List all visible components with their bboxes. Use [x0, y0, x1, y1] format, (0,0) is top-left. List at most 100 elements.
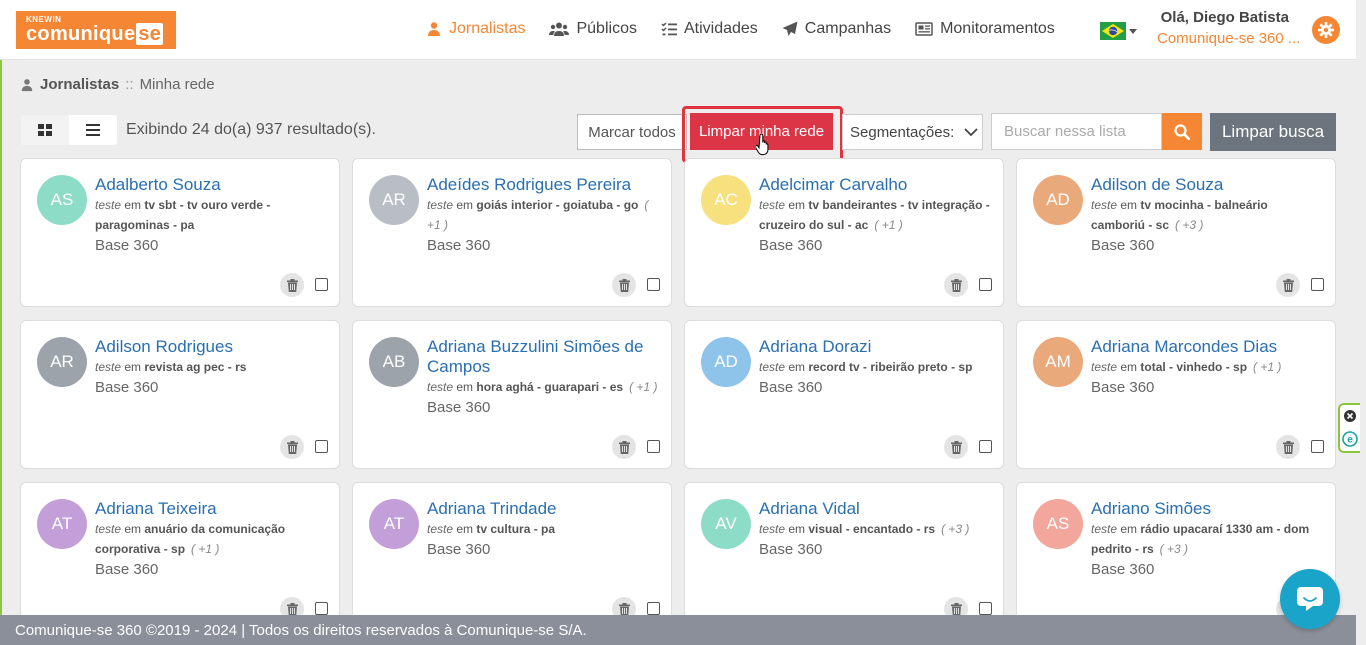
settings-button[interactable] [1312, 16, 1340, 44]
avatar: AB [369, 337, 419, 387]
journalist-outlet: teste em tv bandeirantes - tv integração… [759, 195, 991, 235]
journalist-card[interactable]: AD Adilson de Souza teste em tv mocinha … [1016, 158, 1336, 307]
card-info: Adriana Vidal teste em visual - encantad… [759, 499, 991, 561]
card-info: Adriano Simões teste em rádio upacaraí 1… [1091, 499, 1323, 581]
user-organization[interactable]: Comunique-se 360 ... [1157, 30, 1300, 47]
chevron-down-icon [964, 127, 978, 136]
journalist-card[interactable]: AC Adelcimar Carvalho teste em tv bandei… [684, 158, 1004, 307]
delete-button[interactable] [280, 273, 304, 297]
journalist-card[interactable]: AT Adriana Teixeira teste em anuário da … [20, 482, 340, 615]
breadcrumb-page: Minha rede [139, 76, 215, 93]
journalist-card[interactable]: AR Adeídes Rodrigues Pereira teste em go… [352, 158, 672, 307]
journalist-card[interactable]: AT Adriana Trindade teste em tv cultura … [352, 482, 672, 615]
chat-button[interactable] [1280, 569, 1340, 629]
journalist-name[interactable]: Adalberto Souza [95, 175, 327, 195]
close-icon[interactable] [1343, 409, 1357, 423]
search-input[interactable]: Buscar nessa lista [991, 113, 1162, 150]
card-info: Adilson de Souza teste em tv mocinha - b… [1091, 175, 1323, 257]
outlet-connector: em [456, 522, 474, 536]
journalist-card[interactable]: AM Adriana Marcondes Dias teste em total… [1016, 320, 1336, 469]
journalist-name[interactable]: Adriana Buzzulini Simões de Campos [427, 337, 659, 377]
journalist-card[interactable]: AS Adalberto Souza teste em tv sbt - tv … [20, 158, 340, 307]
journalist-grid: AS Adalberto Souza teste em tv sbt - tv … [20, 158, 1336, 615]
select-checkbox[interactable] [1311, 440, 1324, 453]
journalist-outlet: teste em anuário da comunicação corporat… [95, 519, 327, 559]
outlet-connector: em [1120, 522, 1138, 536]
segmentations-dropdown[interactable]: Segmentações: [842, 114, 983, 150]
trash-icon [618, 440, 630, 454]
select-checkbox[interactable] [647, 602, 660, 615]
breadcrumb-section[interactable]: Jornalistas [40, 76, 119, 93]
outlet-connector: em [456, 380, 474, 394]
logo[interactable]: KNEWIN comunique se [16, 11, 176, 49]
delete-button[interactable] [280, 435, 304, 459]
journalist-name[interactable]: Adelcimar Carvalho [759, 175, 991, 195]
outlet-prefix: teste [759, 522, 786, 536]
journalist-card[interactable]: AD Adriana Dorazi teste em record tv - r… [684, 320, 1004, 469]
delete-button[interactable] [1276, 435, 1300, 459]
card-info: Adeídes Rodrigues Pereira teste em goiás… [427, 175, 659, 257]
journalist-name[interactable]: Adriana Vidal [759, 499, 991, 519]
avatar: AS [1033, 499, 1083, 549]
journalist-name[interactable]: Adeídes Rodrigues Pereira [427, 175, 659, 195]
journalist-card[interactable]: AB Adriana Buzzulini Simões de Campos te… [352, 320, 672, 469]
journalist-outlet: teste em revista ag pec - rs [95, 357, 327, 377]
journalist-name[interactable]: Adriana Marcondes Dias [1091, 337, 1323, 357]
base-label: Base 360 [95, 379, 159, 396]
delete-button[interactable] [612, 273, 636, 297]
grid-view-button[interactable] [21, 115, 69, 145]
nav-publicos[interactable]: Públicos [549, 20, 637, 38]
delete-button[interactable] [944, 435, 968, 459]
journalist-outlet: teste em tv cultura - pa [427, 519, 659, 539]
clear-search-button[interactable]: Limpar busca [1210, 113, 1336, 151]
select-checkbox[interactable] [979, 440, 992, 453]
e-logo-icon[interactable]: e [1342, 431, 1358, 447]
select-checkbox[interactable] [647, 440, 660, 453]
delete-button[interactable] [944, 273, 968, 297]
side-widget[interactable]: e [1338, 403, 1360, 453]
hand-cursor-icon [756, 134, 769, 156]
nav-atividades[interactable]: Atividades [661, 20, 758, 38]
brazil-flag-icon[interactable] [1100, 22, 1126, 40]
journalist-card[interactable]: AV Adriana Vidal teste em visual - encan… [684, 482, 1004, 615]
select-checkbox[interactable] [979, 278, 992, 291]
delete-button[interactable] [280, 597, 304, 615]
journalist-name[interactable]: Adriana Trindade [427, 499, 659, 519]
nav-label: Públicos [576, 20, 637, 37]
nav-campanhas[interactable]: Campanhas [782, 20, 891, 38]
nav-jornalistas[interactable]: Jornalistas [426, 20, 525, 38]
journalist-name[interactable]: Adilson Rodrigues [95, 337, 327, 357]
select-checkbox[interactable] [315, 440, 328, 453]
more-outlets-count: ( +3 ) [1175, 218, 1204, 232]
select-checkbox[interactable] [1311, 278, 1324, 291]
user-greeting[interactable]: Olá, Diego Batista [1161, 9, 1289, 26]
outlet-prefix: teste [95, 198, 122, 212]
footer: Comunique-se 360 ©2019 - 2024 | Todos os… [0, 615, 1356, 645]
language-caret-icon[interactable] [1129, 29, 1137, 34]
journalist-name[interactable]: Adriano Simões [1091, 499, 1323, 519]
user-icon [428, 22, 440, 36]
outlet-connector: em [788, 360, 806, 374]
select-checkbox[interactable] [315, 278, 328, 291]
card-info: Adriana Marcondes Dias teste em total - … [1091, 337, 1323, 399]
search-button[interactable] [1162, 113, 1202, 150]
select-checkbox[interactable] [647, 278, 660, 291]
journalist-outlet: teste em visual - encantado - rs ( +3 ) [759, 519, 991, 539]
delete-button[interactable] [612, 597, 636, 615]
journalist-name[interactable]: Adilson de Souza [1091, 175, 1323, 195]
select-checkbox[interactable] [979, 602, 992, 615]
select-checkbox[interactable] [315, 602, 328, 615]
delete-button[interactable] [944, 597, 968, 615]
delete-button[interactable] [612, 435, 636, 459]
nav-monitoramentos[interactable]: Monitoramentos [915, 20, 1055, 38]
journalist-card[interactable]: AR Adilson Rodrigues teste em revista ag… [20, 320, 340, 469]
delete-button[interactable] [1276, 273, 1300, 297]
trash-icon [286, 602, 298, 615]
mark-all-button[interactable]: Marcar todos [577, 114, 687, 150]
top-header: KNEWIN comunique se Jornalistas Públicos … [0, 0, 1356, 60]
avatar: AR [37, 337, 87, 387]
more-outlets-count: ( +1 ) [629, 380, 658, 394]
journalist-name[interactable]: Adriana Dorazi [759, 337, 991, 357]
list-view-button[interactable] [69, 115, 117, 145]
journalist-name[interactable]: Adriana Teixeira [95, 499, 327, 519]
